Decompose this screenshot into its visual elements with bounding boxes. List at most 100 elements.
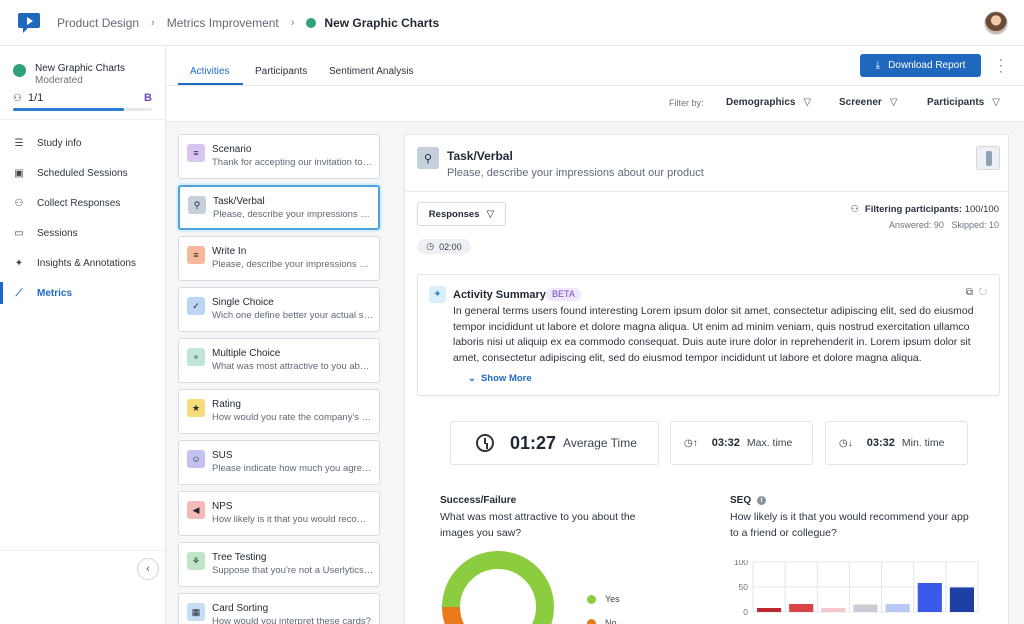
user-avatar[interactable]	[984, 11, 1008, 35]
legend-yes: Yes	[587, 594, 620, 604]
activity-type-icon: ≡	[187, 246, 205, 264]
activity-card-subtitle: Wich one define better your actual situa…	[212, 310, 374, 321]
activity-type-icon: ★	[187, 399, 205, 417]
activity-card-title: Scenario	[212, 144, 252, 155]
users-icon: ⚇	[850, 204, 859, 215]
breadcrumb-item[interactable]: Metrics Improvement	[167, 16, 279, 30]
filter-by-label: Filter by:	[669, 98, 704, 108]
activity-type-icon: ⚲	[188, 196, 206, 214]
video-icon: ▭	[14, 227, 24, 239]
app-logo-icon[interactable]	[17, 12, 41, 34]
progress-label: 1/1	[27, 92, 44, 104]
info-icon[interactable]: i	[757, 496, 767, 505]
activity-card[interactable]: ⚘ Tree Testing Suppose that you're not a U…	[178, 542, 380, 587]
show-more-link[interactable]: ⌄ Show More	[468, 373, 532, 384]
activity-card[interactable]: ▦ Card Sorting How would you interpret the…	[178, 593, 380, 624]
filtering-label: Filtering participants:	[864, 204, 963, 215]
seq-bar-3[interactable]	[821, 608, 846, 612]
activity-card[interactable]: ★ Rating How would you rate the company's …	[178, 389, 380, 434]
sidebar-item-collect-responses[interactable]: ⚇ Collect Responses	[0, 188, 165, 218]
participants-icon: ⚇	[13, 92, 22, 104]
refresh-icon[interactable]: ↻	[979, 287, 987, 298]
summary-title: Activity Summary	[453, 289, 546, 301]
legend-label: Yes	[605, 594, 620, 604]
activity-card[interactable]: ⚲ Task/Verbal Please, describe your impres…	[178, 185, 380, 230]
legend-swatch	[587, 618, 596, 624]
activity-card-title: Task/Verbal	[213, 196, 265, 207]
filter-participants[interactable]: Participants ▽	[927, 97, 1000, 108]
collapse-sidebar-button[interactable]: ‹	[137, 558, 159, 580]
activity-card[interactable]: ✓ Single Choice Wich one define better you…	[178, 287, 380, 332]
summary-tools: ⧉ ↻	[966, 287, 987, 298]
success-failure-title: Success/Failure	[440, 495, 517, 506]
min-time-stat: ◷↓ 03:32 Min. time	[825, 421, 968, 465]
filter-label: Screener	[839, 97, 882, 108]
sidebar-item-metrics[interactable]: ⟋ Metrics	[0, 278, 165, 308]
show-more-label: Show More	[480, 373, 532, 384]
activity-card[interactable]: ☺ SUS Please indicate how much you agree o…	[178, 440, 380, 485]
chevron-left-icon: ‹	[146, 563, 150, 575]
answered-count: Answered: 90	[888, 220, 944, 230]
download-report-button[interactable]: ⤓ Download Report	[860, 54, 981, 77]
activity-card-title: SUS	[212, 450, 233, 461]
donut-slice-yes[interactable]	[442, 551, 554, 624]
filter-label: Participants	[927, 97, 985, 108]
responses-label: Responses	[428, 208, 480, 220]
responses-filter-button[interactable]: Responses ▽	[417, 202, 506, 226]
activity-detail-panel: ⚲ Task/Verbal Please, describe your impr…	[404, 134, 1009, 624]
study-status-icon	[13, 64, 26, 77]
seq-bar-5[interactable]	[885, 604, 910, 612]
activity-card-title: Tree Testing	[212, 552, 267, 563]
tab-activities[interactable]: Activities	[190, 66, 229, 77]
activity-card-subtitle: How likely is it that you would recommen…	[212, 514, 374, 525]
activity-card-title: Rating	[212, 399, 241, 410]
sidebar-item-label: Scheduled Sessions	[37, 167, 128, 179]
y-tick-label: 50	[739, 582, 749, 592]
chevron-right-icon: ›	[290, 16, 295, 29]
sidebar-item-label: Study info	[37, 137, 82, 149]
copy-icon[interactable]: ⧉	[966, 287, 973, 298]
download-report-label: Download Report	[888, 60, 966, 71]
active-tab-indicator	[178, 83, 243, 85]
activity-card[interactable]: ◀ NPS How likely is it that you would reco…	[178, 491, 380, 536]
study-badge: B	[144, 92, 152, 104]
activity-card[interactable]: ≡ Scenario Thank for accepting our invitat…	[178, 134, 380, 179]
ai-sparkle-icon: ✦	[429, 286, 446, 303]
activity-thumbnail[interactable]	[976, 146, 1000, 170]
seq-bar-6[interactable]	[917, 583, 942, 612]
activity-card-title: Card Sorting	[212, 603, 269, 614]
clock-down-icon: ◷↓	[839, 437, 853, 449]
activity-card[interactable]: ≡ Write In Please, describe your impressio…	[178, 236, 380, 281]
more-options-icon[interactable]: · · ·	[996, 53, 1006, 77]
activity-type-icon: ⚬	[187, 348, 205, 366]
y-tick-label: 100	[734, 560, 748, 567]
activity-card-title: Write In	[212, 246, 247, 257]
sidebar-item-study-info[interactable]: ☰ Study info	[0, 128, 165, 158]
tab-participants[interactable]: Participants	[255, 66, 307, 77]
activity-card[interactable]: ⚬ Multiple Choice What was most attractive…	[178, 338, 380, 383]
list-icon: ☰	[14, 137, 24, 149]
min-time-label: Min. time	[901, 437, 945, 449]
breadcrumb-item[interactable]: Product Design	[57, 16, 139, 30]
activity-card-subtitle: Suppose that you're not a Userlytics cus…	[212, 565, 374, 576]
donut-slice-no[interactable]	[442, 606, 498, 624]
filter-demographics[interactable]: Demographics ▽	[726, 97, 811, 108]
activity-card-subtitle: How would you rate the company's service…	[212, 412, 374, 423]
filter-icon: ▽	[992, 97, 1000, 108]
seq-bar-1[interactable]	[757, 608, 782, 612]
activity-summary-card: ✦ Activity Summary BETA ⧉ ↻ In general t…	[417, 274, 1000, 396]
top-bar: Product Design › Metrics Improvement › N…	[0, 0, 1024, 46]
max-time-value: 03:32	[711, 437, 740, 449]
tab-sentiment-analysis[interactable]: Sentiment Analysis	[329, 66, 414, 77]
seq-bar-2[interactable]	[789, 604, 814, 612]
seq-bar-4[interactable]	[853, 604, 878, 613]
sidebar-item-scheduled-sessions[interactable]: ▣ Scheduled Sessions	[0, 158, 165, 188]
sidebar-item-sessions[interactable]: ▭ Sessions	[0, 218, 165, 248]
filter-screener[interactable]: Screener ▽	[839, 97, 898, 108]
activity-card-subtitle: How would you interpret these cards?	[212, 616, 371, 624]
seq-bar-7[interactable]	[949, 587, 974, 613]
sidebar-item-insights[interactable]: ✦ Insights & Annotations	[0, 248, 165, 278]
average-time-stat: 01:27 Average Time	[450, 421, 659, 465]
activity-list: ≡ Scenario Thank for accepting our invitat…	[178, 134, 380, 624]
clock-icon	[476, 434, 494, 452]
